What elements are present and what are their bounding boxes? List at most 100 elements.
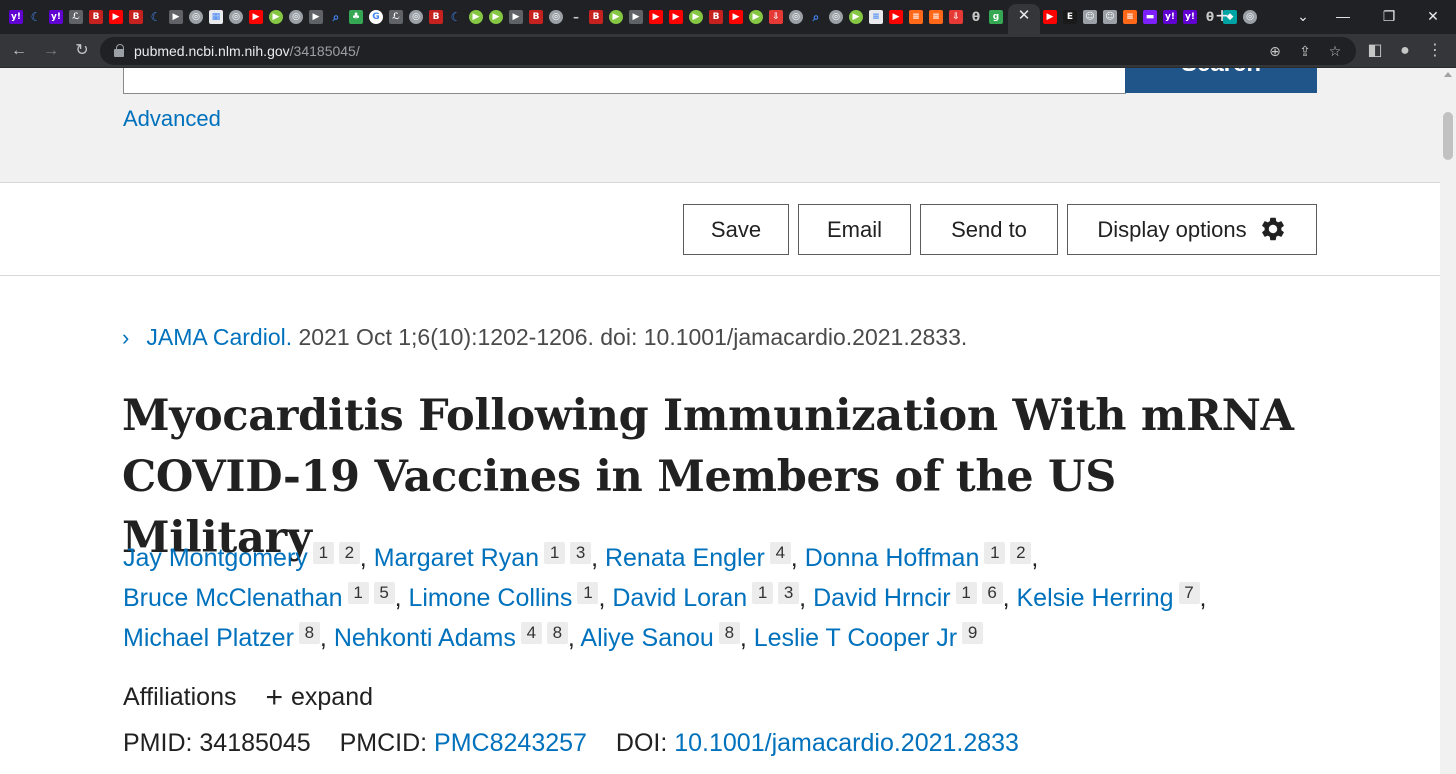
affiliation-badge[interactable]: 1 xyxy=(984,542,1006,564)
rumble-icon[interactable]: ▶ xyxy=(686,7,706,27)
back-arrow-icon[interactable]: ← xyxy=(6,38,32,64)
play-icon[interactable]: ▶ xyxy=(506,7,526,27)
play-icon[interactable]: ▶ xyxy=(166,7,186,27)
yahoo-icon[interactable]: y! xyxy=(46,7,66,27)
crescent-icon[interactable]: ☾ xyxy=(146,7,166,27)
author-link[interactable]: Kelsie Herring xyxy=(1017,584,1174,612)
affiliation-badge[interactable]: 4 xyxy=(520,622,542,644)
author-link[interactable]: David Loran xyxy=(612,584,747,612)
author-link[interactable]: Nehkonti Adams xyxy=(334,624,516,652)
address-bar[interactable]: pubmed.ncbi.nlm.nih.gov/34185045/ ⊕ ⇪ ☆ xyxy=(100,37,1356,65)
author-link[interactable]: Renata Engler xyxy=(605,544,765,572)
yahoo-icon[interactable]: y! xyxy=(1180,7,1200,27)
side-panel-icon[interactable]: ◧ xyxy=(1362,38,1388,64)
play-icon[interactable]: ▶ xyxy=(626,7,646,27)
plus-icon[interactable]: + xyxy=(265,683,283,713)
scroll-up-arrow-icon[interactable] xyxy=(1444,72,1452,77)
save-button[interactable]: Save xyxy=(683,204,789,255)
chevron-right-icon[interactable]: › xyxy=(122,324,140,352)
author-link[interactable]: Jay Montgomery xyxy=(123,544,308,572)
reload-icon[interactable]: ↻ xyxy=(69,38,95,64)
download-icon[interactable]: ⇩ xyxy=(766,7,786,27)
globe-icon[interactable]: ◎ xyxy=(286,7,306,27)
bi-icon[interactable]: B xyxy=(426,7,446,27)
youtube-icon[interactable]: ▶ xyxy=(1040,7,1060,27)
author-link[interactable]: Aliye Sanou xyxy=(580,624,713,652)
globe-icon[interactable]: ◎ xyxy=(186,7,206,27)
affiliation-badge[interactable]: 9 xyxy=(962,622,984,644)
bi-icon[interactable]: B xyxy=(526,7,546,27)
image-icon[interactable]: ▦ xyxy=(206,7,226,27)
display-options-button[interactable]: Display options xyxy=(1067,204,1317,255)
close-tab-icon[interactable]: ✕ xyxy=(1014,6,1034,26)
globe-icon[interactable]: ◎ xyxy=(546,7,566,27)
author-link[interactable]: Leslie T Cooper Jr xyxy=(754,624,957,652)
play-icon[interactable]: ▶ xyxy=(306,7,326,27)
affiliation-badge[interactable]: 3 xyxy=(778,582,800,604)
youtube-icon[interactable]: ▶ xyxy=(106,7,126,27)
affiliation-badge[interactable]: 2 xyxy=(1010,542,1032,564)
pmcid-link[interactable]: PMC8243257 xyxy=(434,729,587,757)
google-icon[interactable]: G xyxy=(366,7,386,27)
share-icon[interactable]: ⇪ xyxy=(1294,40,1316,62)
affiliation-badge[interactable]: 1 xyxy=(347,582,369,604)
affiliation-badge[interactable]: 7 xyxy=(1178,582,1200,604)
yahoo-icon[interactable]: y! xyxy=(1160,7,1180,27)
globe-icon[interactable]: ◎ xyxy=(1240,7,1260,27)
profile-avatar-icon[interactable]: ● xyxy=(1392,38,1418,64)
affiliation-badge[interactable]: 8 xyxy=(298,622,320,644)
advanced-search-link[interactable]: Advanced xyxy=(123,106,221,132)
maximize-icon[interactable]: ❐ xyxy=(1366,4,1412,28)
bi-icon[interactable]: B xyxy=(706,7,726,27)
crescent-icon[interactable]: ☾ xyxy=(446,7,466,27)
search-icon[interactable]: ⌕ xyxy=(806,7,826,27)
author-link[interactable]: Margaret Ryan xyxy=(374,544,539,572)
vertical-scrollbar[interactable] xyxy=(1440,68,1456,774)
author-link[interactable]: Michael Platzer xyxy=(123,624,294,652)
url-text[interactable]: pubmed.ncbi.nlm.nih.gov/34185045/ xyxy=(134,43,360,59)
youtube-icon[interactable]: ▶ xyxy=(246,7,266,27)
expand-affiliations-button[interactable]: expand xyxy=(291,683,373,711)
author-link[interactable]: Bruce McClenathan xyxy=(123,584,343,612)
search-input[interactable] xyxy=(123,68,1126,94)
journal-link[interactable]: JAMA Cardiol. xyxy=(146,324,292,350)
text-icon[interactable]: ℒ xyxy=(386,7,406,27)
author-link[interactable]: Donna Hoffman xyxy=(805,544,980,572)
epoch-icon[interactable]: E xyxy=(1060,7,1080,27)
rumble-icon[interactable]: ▶ xyxy=(466,7,486,27)
stack-icon[interactable]: ≡ xyxy=(1120,7,1140,27)
forward-arrow-icon[interactable]: → xyxy=(38,38,64,64)
globe-icon[interactable]: ◎ xyxy=(226,7,246,27)
scrollbar-thumb[interactable] xyxy=(1443,112,1453,160)
search-button[interactable]: Search xyxy=(1125,68,1317,93)
bi-icon[interactable]: B xyxy=(586,7,606,27)
author-link[interactable]: Limone Collins xyxy=(408,584,572,612)
news-icon[interactable]: ≡ xyxy=(866,7,886,27)
rumble-icon[interactable]: ▶ xyxy=(266,7,286,27)
affiliation-badge[interactable]: 4 xyxy=(769,542,791,564)
globe-icon[interactable]: ◎ xyxy=(786,7,806,27)
menu-kebab-icon[interactable]: ⋮ xyxy=(1422,38,1448,64)
rumble-icon[interactable]: ▶ xyxy=(846,7,866,27)
rumble-icon[interactable]: ▶ xyxy=(746,7,766,27)
person-icon[interactable]: ☺ xyxy=(1080,7,1100,27)
affiliation-badge[interactable]: 1 xyxy=(544,542,566,564)
globe-icon[interactable]: ◎ xyxy=(826,7,846,27)
globe-icon[interactable]: ◎ xyxy=(406,7,426,27)
window-close-icon[interactable]: ✕ xyxy=(1410,4,1456,28)
affiliation-badge[interactable]: 3 xyxy=(570,542,592,564)
dash-icon[interactable]: – xyxy=(566,7,586,27)
bookmark-star-icon[interactable]: ☆ xyxy=(1324,40,1346,62)
bi-icon[interactable]: B xyxy=(126,7,146,27)
affiliation-badge[interactable]: 1 xyxy=(577,582,599,604)
search-icon[interactable]: ⌕ xyxy=(326,7,346,27)
text-icon[interactable]: ℒ xyxy=(66,7,86,27)
send-to-button[interactable]: Send to xyxy=(920,204,1058,255)
email-button[interactable]: Email xyxy=(798,204,911,255)
download-icon[interactable]: ⇩ xyxy=(946,7,966,27)
person-icon[interactable]: ☺ xyxy=(1100,7,1120,27)
affiliation-badge[interactable]: 5 xyxy=(373,582,395,604)
youtube-icon[interactable]: ▶ xyxy=(726,7,746,27)
affiliation-badge[interactable]: 2 xyxy=(338,542,360,564)
lock-icon[interactable] xyxy=(114,44,124,57)
